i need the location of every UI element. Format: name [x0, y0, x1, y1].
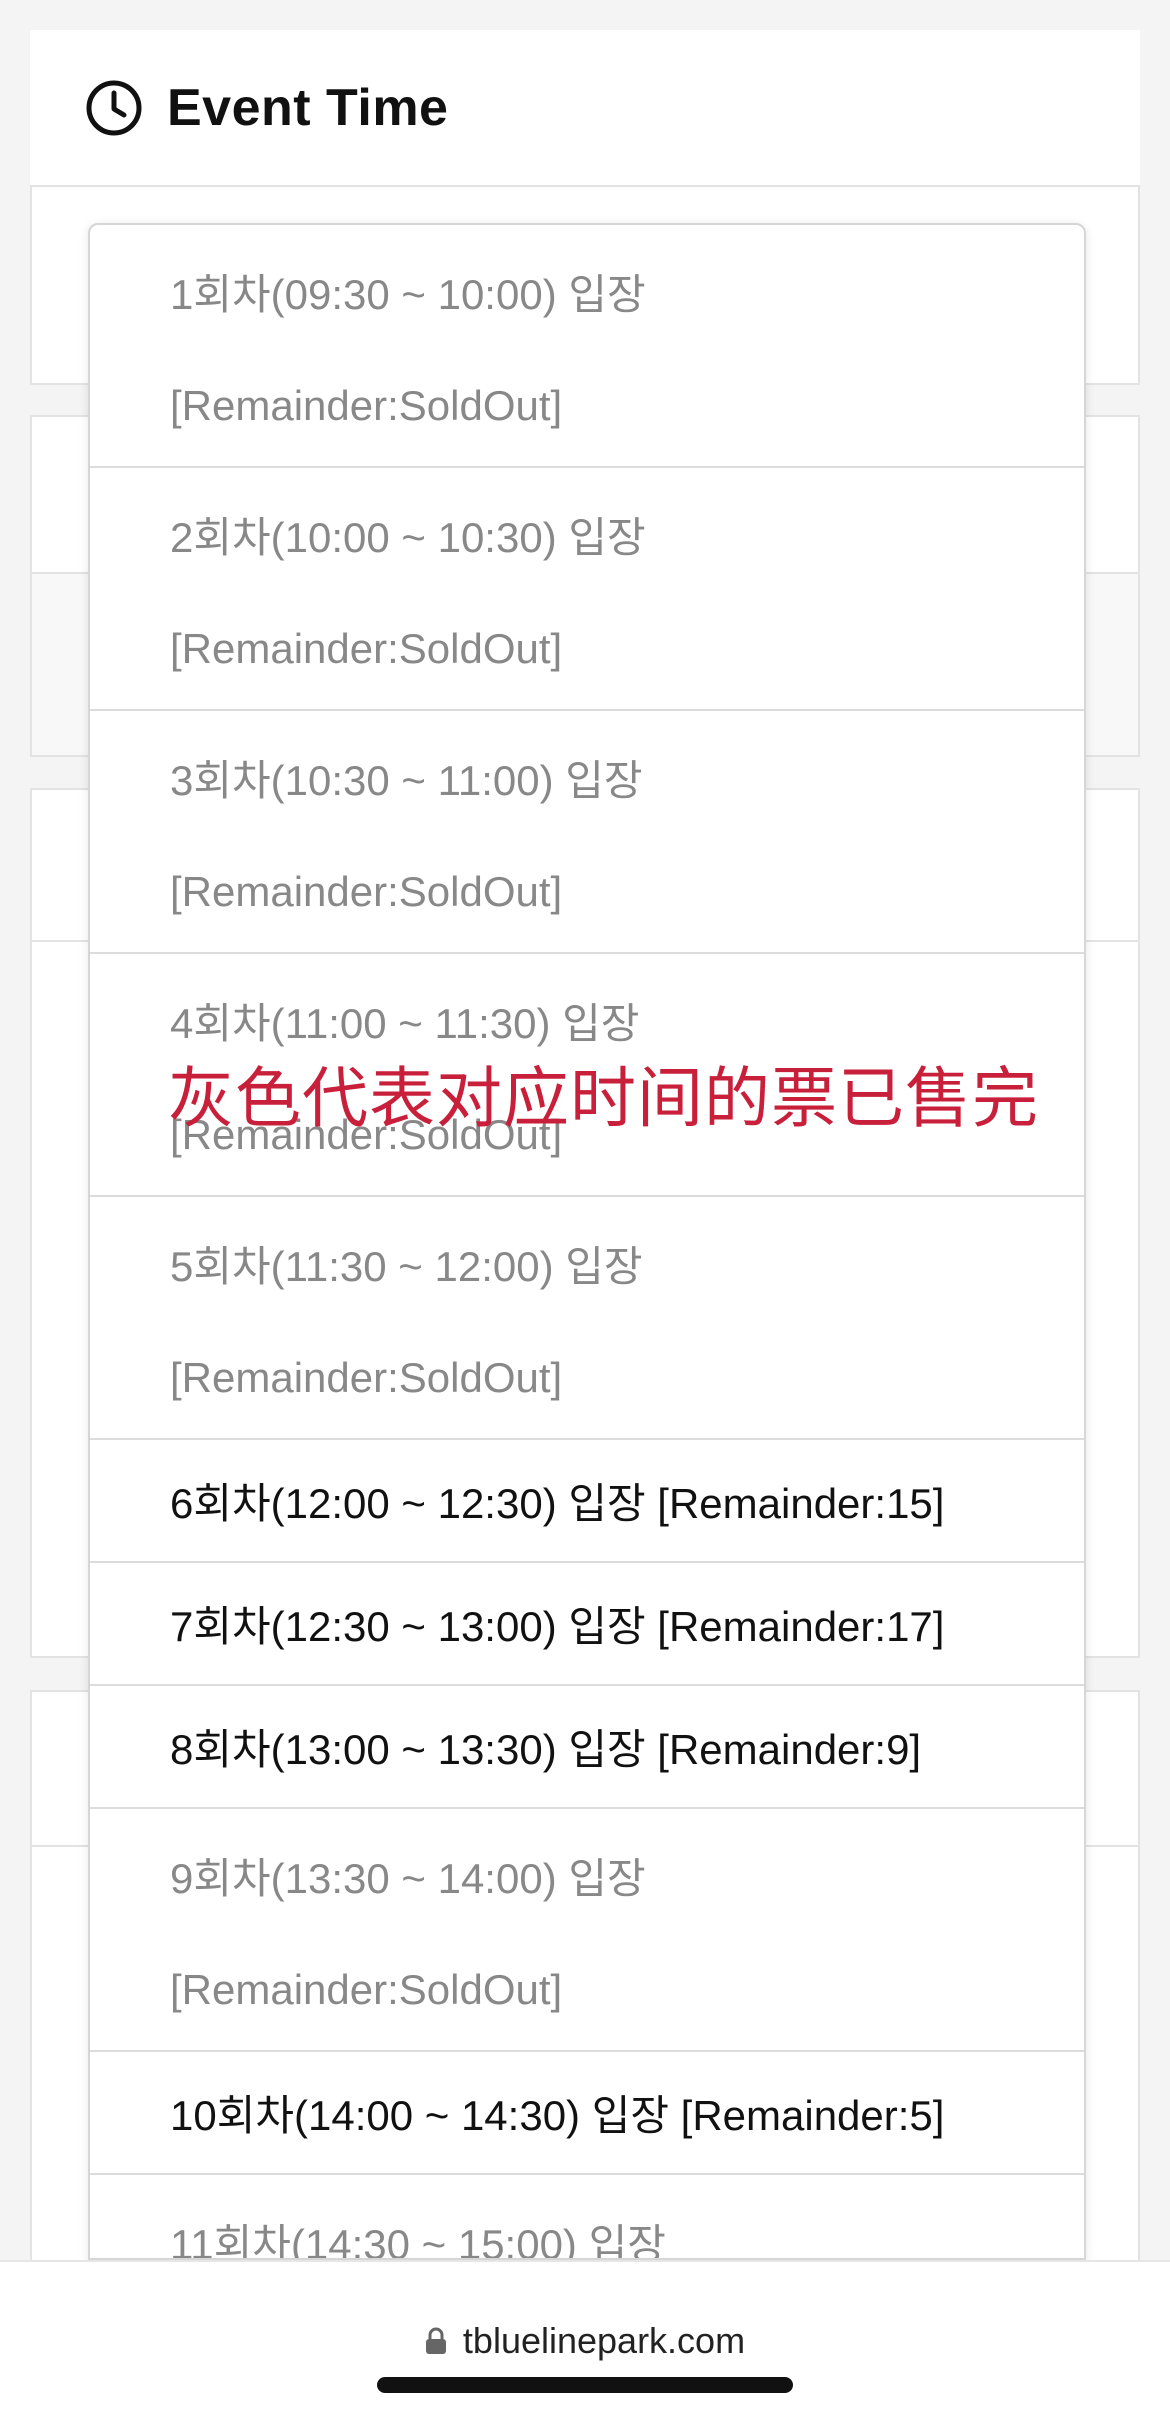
event-time-title: Event Time — [167, 78, 449, 137]
time-option-5[interactable]: 5회차(11:30 ~ 12:00) 입장 [Remainder:SoldOut… — [90, 1197, 1084, 1440]
home-indicator[interactable] — [377, 2377, 793, 2393]
time-option-label: 7회차(12:30 ~ 13:00) 입장 [Remainder:17] — [170, 1603, 945, 1650]
event-time-dropdown[interactable]: 1회차(09:30 ~ 10:00) 입장 [Remainder:SoldOut… — [88, 223, 1086, 2260]
time-option-3[interactable]: 3회차(10:30 ~ 11:00) 입장 [Remainder:SoldOut… — [90, 711, 1084, 954]
time-option-10[interactable]: 10회차(14:00 ~ 14:30) 입장 [Remainder:5] — [90, 2052, 1084, 2175]
clock-icon — [85, 79, 143, 137]
time-option-label: 9회차(13:30 ~ 14:00) 입장 — [170, 1855, 646, 1902]
time-option-label: 3회차(10:30 ~ 11:00) 입장 — [170, 757, 643, 804]
time-option-11[interactable]: 11회차(14:30 ~ 15:00) 입장 — [90, 2175, 1084, 2260]
time-option-label: 1회차(09:30 ~ 10:00) 입장 — [170, 271, 646, 318]
time-option-6[interactable]: 6회차(12:00 ~ 12:30) 입장 [Remainder:15] — [90, 1440, 1084, 1563]
time-option-7[interactable]: 7회차(12:30 ~ 13:00) 입장 [Remainder:17] — [90, 1563, 1084, 1686]
time-option-remainder: [Remainder:SoldOut] — [170, 382, 563, 429]
time-option-remainder: [Remainder:SoldOut] — [170, 868, 563, 915]
time-option-remainder: [Remainder:SoldOut] — [170, 1354, 563, 1401]
page: Event Time 1회차(09:30 ~ 10:00) 입장 [Remain… — [0, 0, 1170, 2417]
time-option-1[interactable]: 1회차(09:30 ~ 10:00) 입장 [Remainder:SoldOut… — [90, 225, 1084, 468]
time-option-label: 10회차(14:00 ~ 14:30) 입장 [Remainder:5] — [170, 2092, 945, 2139]
lock-icon — [425, 2327, 447, 2355]
time-option-label: 11회차(14:30 ~ 15:00) 입장 — [170, 2221, 666, 2260]
time-option-9[interactable]: 9회차(13:30 ~ 14:00) 입장 [Remainder:SoldOut… — [90, 1809, 1084, 2052]
time-option-remainder: [Remainder:SoldOut] — [170, 625, 563, 672]
url-text: tbluelinepark.com — [462, 2320, 746, 2361]
soldout-annotation: 灰色代表对应时间的票已售完 — [168, 1060, 1039, 1137]
time-option-8[interactable]: 8회차(13:00 ~ 13:30) 입장 [Remainder:9] — [90, 1686, 1084, 1809]
browser-bottom-bar: tbluelinepark.com — [0, 2260, 1170, 2417]
time-option-label: 4회차(11:00 ~ 11:30) 입장 — [170, 1000, 640, 1047]
time-option-label: 6회차(12:00 ~ 12:30) 입장 [Remainder:15] — [170, 1480, 945, 1527]
url-display[interactable]: tbluelinepark.com — [0, 2320, 1170, 2362]
time-option-label: 5회차(11:30 ~ 12:00) 입장 — [170, 1243, 643, 1290]
event-time-header: Event Time — [30, 30, 1140, 187]
time-option-label: 2회차(10:00 ~ 10:30) 입장 — [170, 514, 646, 561]
time-option-2[interactable]: 2회차(10:00 ~ 10:30) 입장 [Remainder:SoldOut… — [90, 468, 1084, 711]
time-option-label: 8회차(13:00 ~ 13:30) 입장 [Remainder:9] — [170, 1726, 922, 1773]
time-option-remainder: [Remainder:SoldOut] — [170, 1966, 563, 2013]
